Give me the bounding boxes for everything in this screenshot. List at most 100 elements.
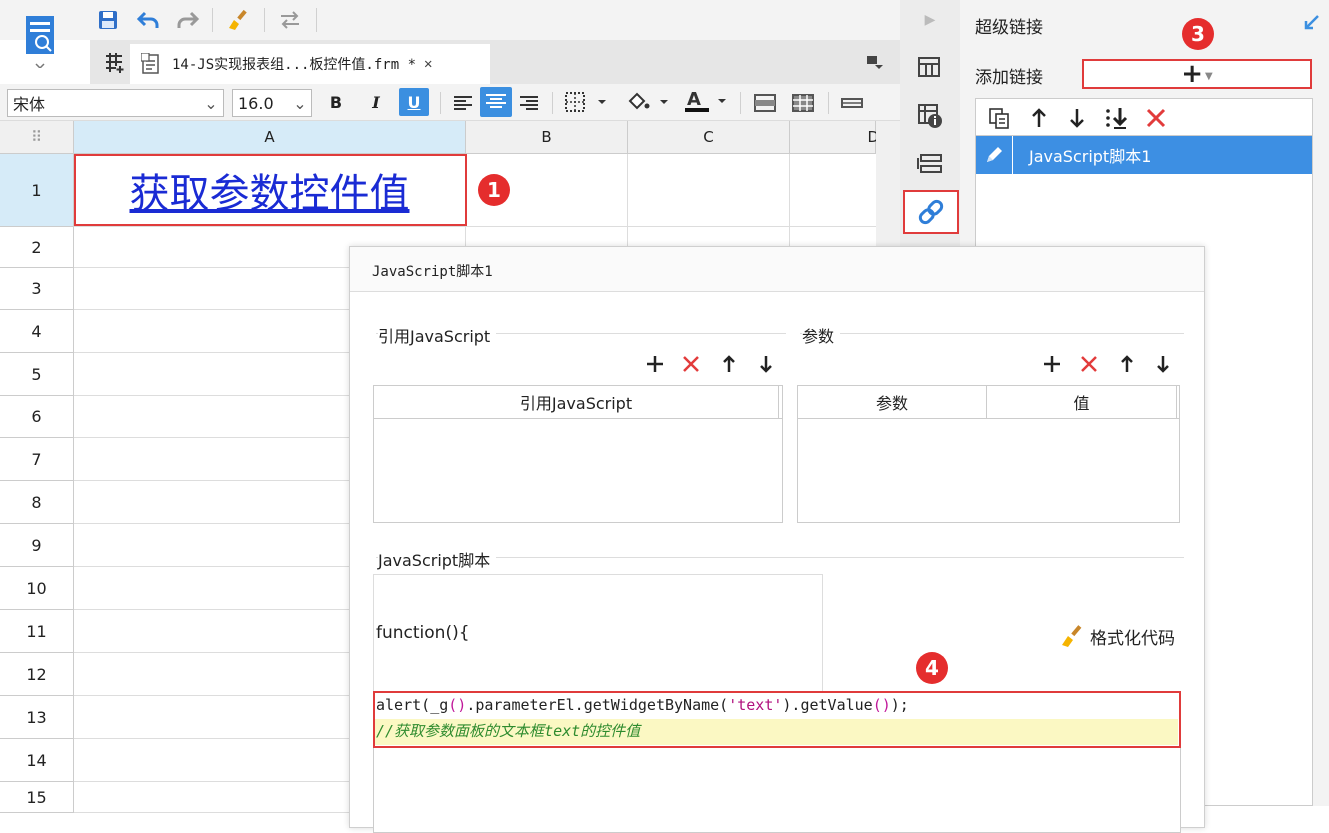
row-header[interactable]: 9 <box>0 524 74 567</box>
column-header-d[interactable]: D <box>790 121 879 154</box>
move-down-icon[interactable] <box>1062 104 1092 132</box>
bold-icon[interactable]: B <box>324 90 348 114</box>
row-header[interactable]: 8 <box>0 481 74 524</box>
file-icon <box>136 49 166 79</box>
row-header[interactable]: 1 <box>0 154 74 227</box>
ref-js-table-header: 引用JavaScript <box>374 386 782 419</box>
param-add-icon[interactable] <box>1039 351 1065 377</box>
section-ref-js-label: 引用JavaScript <box>378 323 497 347</box>
italic-icon[interactable]: I <box>364 90 388 114</box>
split-cells-icon[interactable] <box>790 90 816 116</box>
grid-add-icon[interactable] <box>100 48 130 78</box>
add-link-button[interactable]: + ▼ <box>1082 59 1312 89</box>
copy-icon[interactable] <box>984 104 1014 132</box>
dialog-title: JavaScript脚本1 <box>372 264 493 280</box>
format-brush-icon[interactable] <box>224 6 252 34</box>
row-height-icon[interactable] <box>838 90 866 116</box>
ref-js-table[interactable]: 引用JavaScript <box>373 385 783 523</box>
row-header[interactable]: 13 <box>0 696 74 739</box>
annotation-box-2 <box>903 190 959 234</box>
merge-cells-icon[interactable] <box>752 90 778 116</box>
column-header-b[interactable]: B <box>466 121 628 154</box>
ref-js-column-header[interactable]: 引用JavaScript <box>374 386 779 418</box>
format-code-label: 格式化代码 <box>1090 628 1175 649</box>
row-header[interactable]: 12 <box>0 653 74 696</box>
annotation-box-4 <box>373 691 1181 748</box>
params-table[interactable]: 参数 值 <box>797 385 1180 523</box>
delete-icon[interactable] <box>1142 104 1170 132</box>
add-link-label: 添加链接 <box>975 68 1043 88</box>
row-header[interactable]: 11 <box>0 610 74 653</box>
tab-menu-icon[interactable] <box>860 50 888 74</box>
column-header-c[interactable]: C <box>628 121 790 154</box>
params-table-header: 参数 值 <box>798 386 1179 419</box>
align-center-icon[interactable] <box>480 87 512 117</box>
font-name-value: 宋体 <box>13 95 46 114</box>
grid-row-line <box>74 226 876 227</box>
move-bottom-icon[interactable] <box>1100 104 1134 132</box>
function-head: function(){ <box>376 623 470 643</box>
ref-js-add-icon[interactable] <box>642 351 668 377</box>
border-icon[interactable] <box>562 88 608 116</box>
collapse-arrow-icon[interactable]: ▶ <box>916 8 944 32</box>
param-value-column-header[interactable]: 值 <box>987 386 1177 418</box>
cell-info-icon[interactable] <box>912 100 948 132</box>
link-list-item[interactable]: JavaScript脚本1 <box>976 136 1312 174</box>
tab-close-icon[interactable]: ✕ <box>424 56 432 72</box>
svg-text:A: A <box>687 89 701 110</box>
row-header[interactable]: 5 <box>0 353 74 396</box>
font-size-select[interactable]: 16.0 ⌄ <box>232 89 312 117</box>
ref-js-down-icon[interactable] <box>753 351 779 377</box>
panel-title: 超级链接 <box>975 18 1043 38</box>
font-name-select[interactable]: 宋体 ⌄ <box>7 89 224 117</box>
param-delete-icon[interactable] <box>1076 351 1102 377</box>
link-list-item-label: JavaScript脚本1 <box>1029 147 1152 166</box>
section-params-label: 参数 <box>802 323 841 347</box>
annotation-badge-4: 4 <box>916 652 948 684</box>
param-down-icon[interactable] <box>1150 351 1176 377</box>
annotation-badge-1: 1 <box>478 174 510 206</box>
tab-report-file[interactable]: 14-JS实现报表组...板控件值.frm * ✕ <box>130 44 490 84</box>
redo-icon[interactable] <box>174 6 202 34</box>
ref-js-up-icon[interactable] <box>716 351 742 377</box>
row-header[interactable]: 4 <box>0 310 74 353</box>
param-up-icon[interactable] <box>1114 351 1140 377</box>
annotation-box-1 <box>74 154 467 226</box>
select-all-corner[interactable]: ⠿ <box>0 121 74 154</box>
cell-attribute-icon[interactable] <box>912 52 948 84</box>
edit-pencil-icon[interactable] <box>976 136 1013 174</box>
row-header[interactable]: 6 <box>0 396 74 438</box>
chevron-down-icon[interactable]: ⌄ <box>289 94 311 113</box>
font-size-value: 16.0 <box>238 93 274 113</box>
column-header-a[interactable]: A <box>74 121 466 154</box>
expand-panel-icon[interactable] <box>1300 10 1324 34</box>
chevron-down-icon[interactable]: ⌄ <box>199 94 223 113</box>
widget-icon[interactable] <box>912 148 948 180</box>
underline-icon[interactable]: U <box>399 88 429 116</box>
save-icon[interactable] <box>94 6 122 34</box>
row-header[interactable]: 14 <box>0 739 74 782</box>
format-code-button[interactable]: 格式化代码 <box>1058 623 1175 649</box>
undo-icon[interactable] <box>134 6 162 34</box>
plus-icon: + <box>1181 59 1204 89</box>
javascript-dialog: JavaScript脚本1 引用JavaScript 参数 引用JavaScri… <box>349 246 1205 833</box>
row-header[interactable]: 10 <box>0 567 74 610</box>
tab-title: 14-JS实现报表组...板控件值.frm * <box>172 57 417 73</box>
move-up-icon[interactable] <box>1024 104 1054 132</box>
row-header[interactable]: 3 <box>0 268 74 310</box>
annotation-badge-3: 3 <box>1182 18 1214 50</box>
ref-js-delete-icon[interactable] <box>678 351 704 377</box>
chevron-down-icon: ▼ <box>1205 70 1213 82</box>
fill-color-icon[interactable] <box>624 88 670 116</box>
swap-icon[interactable] <box>276 6 304 34</box>
template-icon[interactable] <box>20 10 60 70</box>
align-left-icon[interactable] <box>450 90 476 116</box>
row-header[interactable]: 7 <box>0 438 74 481</box>
row-header[interactable]: 2 <box>0 227 74 268</box>
align-right-icon[interactable] <box>516 90 542 116</box>
row-header[interactable]: 15 <box>0 782 74 813</box>
broom-icon <box>1058 623 1086 649</box>
param-name-column-header[interactable]: 参数 <box>798 386 987 418</box>
section-script-label: JavaScript脚本 <box>378 547 497 571</box>
font-color-icon[interactable]: A <box>682 86 728 116</box>
